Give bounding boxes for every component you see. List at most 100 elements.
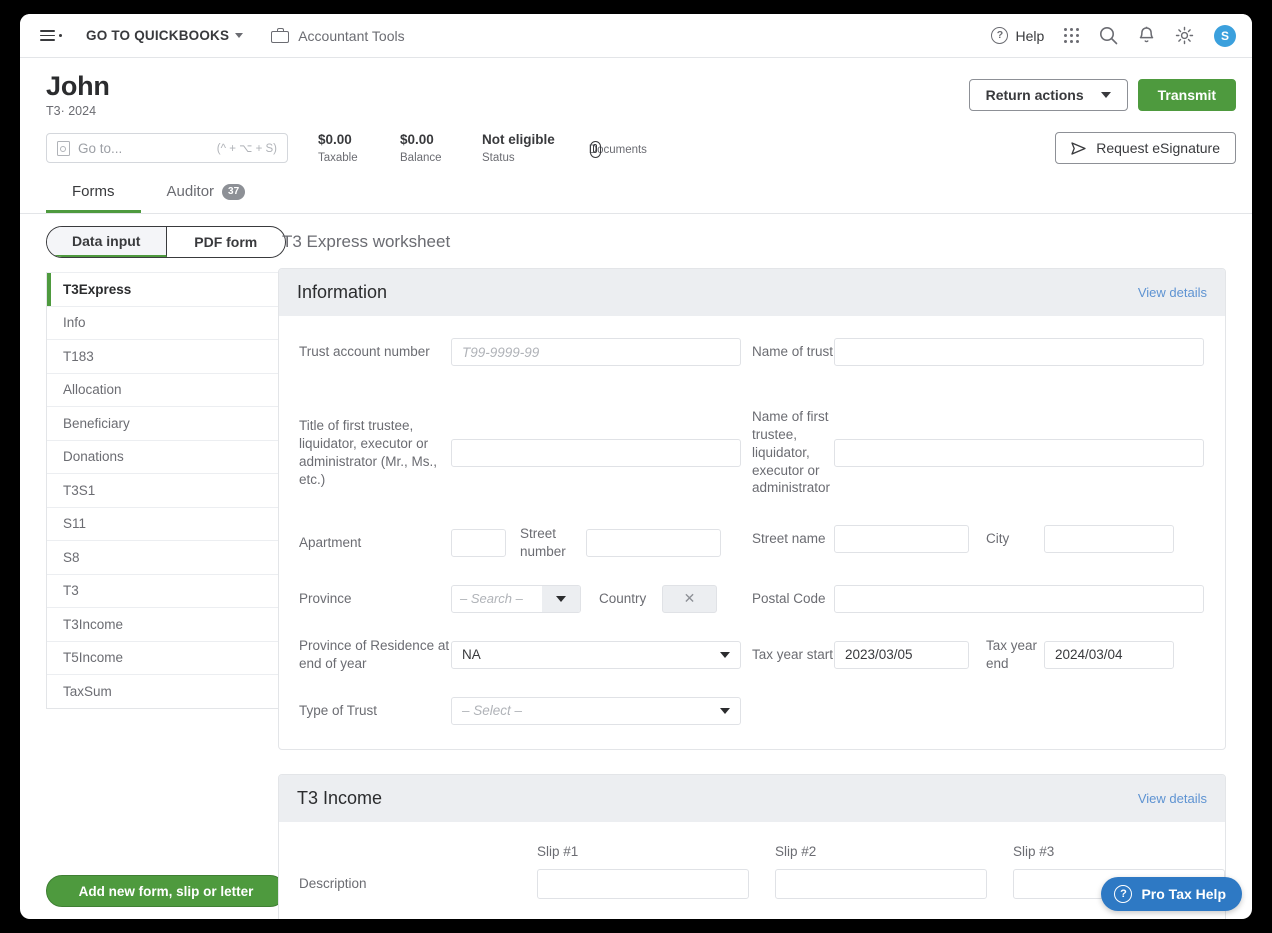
- form-item-label: T3Express: [63, 281, 132, 297]
- help-button[interactable]: ? Help: [991, 27, 1044, 44]
- trust-account-number-label: Trust account number: [299, 344, 430, 360]
- information-heading: Information: [297, 282, 388, 303]
- form-item-t183[interactable]: T183: [47, 339, 285, 373]
- province-dropdown-arrow[interactable]: [542, 585, 580, 612]
- stat-balance-label: Balance: [400, 152, 442, 165]
- top-bar-actions: ? Help S: [991, 24, 1236, 47]
- add-new-form-label: Add new form, slip or letter: [78, 883, 254, 899]
- pro-tax-help-button[interactable]: ? Pro Tax Help: [1101, 877, 1242, 912]
- form-item-label: T3: [63, 583, 79, 599]
- name-first-trustee-input[interactable]: [834, 438, 1204, 467]
- description-slip-2-input[interactable]: [775, 868, 987, 899]
- country-clear-x-icon[interactable]: ✕: [662, 584, 717, 613]
- form-item-label: S11: [63, 516, 87, 532]
- province-country-group: Province – Search – Country ✕: [299, 584, 752, 613]
- province-residence-select[interactable]: NA: [451, 640, 741, 669]
- form-item-donations[interactable]: Donations: [47, 439, 285, 474]
- hamburger-menu-icon[interactable]: [34, 26, 68, 45]
- province-search-select[interactable]: – Search –: [451, 584, 581, 613]
- information-view-details-link[interactable]: View details: [1138, 285, 1207, 300]
- t3-income-heading: T3 Income: [297, 787, 383, 808]
- return-actions-label: Return actions: [985, 87, 1084, 103]
- form-item-label: T5Income: [63, 650, 124, 666]
- tab-auditor[interactable]: Auditor 37: [141, 174, 272, 213]
- apps-grid-icon[interactable]: [1064, 28, 1079, 43]
- information-card-header: Information View details: [279, 269, 1225, 317]
- info-row-6-left: Type of Trust – Select –: [299, 696, 752, 725]
- form-item-beneficiary[interactable]: Beneficiary: [47, 406, 285, 440]
- t3-income-view-details-link[interactable]: View details: [1138, 791, 1207, 806]
- settings-gear-icon[interactable]: [1175, 26, 1194, 45]
- postal-code-input[interactable]: [834, 584, 1204, 613]
- info-row-4-left: Province – Search – Country ✕: [299, 584, 752, 613]
- notifications-bell-icon[interactable]: [1138, 26, 1155, 45]
- info-row-3: Apartment Street number Street name City: [299, 525, 1205, 561]
- name-of-trust-input[interactable]: [834, 338, 1204, 367]
- add-new-form-button[interactable]: Add new form, slip or letter: [46, 875, 286, 908]
- help-label: Help: [1015, 27, 1045, 44]
- name-of-trust-field: Name of trust: [752, 338, 1205, 367]
- documents-button[interactable]: Documents: [589, 140, 647, 158]
- return-header: John T3· 2024 Return actions Transmit: [20, 58, 1252, 130]
- tax-year-group: Tax year start 2023/03/05 Tax year end 2…: [752, 637, 1205, 673]
- form-item-s11[interactable]: S11: [47, 506, 285, 541]
- toggle-pdf-form[interactable]: PDF form: [167, 227, 286, 257]
- hamburger-dot: [59, 34, 62, 37]
- type-of-trust-select[interactable]: – Select –: [451, 696, 741, 725]
- go-to-quickbooks-label: GO TO QUICKBOOKS: [86, 28, 230, 43]
- user-avatar[interactable]: S: [1214, 24, 1236, 47]
- toggle-data-input-label: Data input: [72, 233, 141, 250]
- street-name-input[interactable]: [834, 525, 969, 554]
- info-row-1-left: Trust account number T99-9999-99: [299, 338, 752, 382]
- form-item-info[interactable]: Info: [47, 305, 285, 340]
- tax-year-start-input[interactable]: 2023/03/05: [834, 640, 969, 669]
- toggle-data-input[interactable]: Data input: [47, 227, 167, 258]
- province-residence-field: Province of Residence at end of year NA: [299, 637, 752, 673]
- description-slip-1-input[interactable]: [537, 868, 749, 899]
- tax-year-start-label: Tax year start: [752, 646, 834, 662]
- info-row-4: Province – Search – Country ✕ Postal Cod…: [299, 584, 1205, 613]
- name-of-trust-label: Name of trust: [752, 344, 834, 360]
- tab-forms[interactable]: Forms: [46, 174, 141, 214]
- return-type-year: T3· 2024: [46, 104, 97, 119]
- type-of-trust-field: Type of Trust – Select –: [299, 696, 752, 725]
- request-esignature-button[interactable]: Request eSignature: [1055, 132, 1236, 165]
- form-item-t3income[interactable]: T3Income: [47, 607, 285, 641]
- transmit-button[interactable]: Transmit: [1137, 79, 1236, 111]
- city-label: City: [986, 531, 1010, 547]
- form-list: T3Express Info T183 Allocation Beneficia…: [46, 272, 286, 709]
- name-first-trustee-field: Name of first trustee, liquidator, execu…: [752, 408, 1205, 497]
- apartment-input[interactable]: [451, 529, 506, 558]
- province-label: Province: [299, 591, 352, 607]
- form-item-t5income[interactable]: T5Income: [47, 640, 285, 675]
- form-item-t3s1[interactable]: T3S1: [47, 473, 285, 507]
- form-item-allocation[interactable]: Allocation: [47, 372, 285, 407]
- form-item-s8[interactable]: S8: [47, 540, 285, 574]
- tab-auditor-label: Auditor: [166, 183, 215, 201]
- city-input[interactable]: [1044, 525, 1174, 554]
- info-row-1-right: Name of trust: [752, 338, 1205, 382]
- forms-panel: Data input PDF form T3Express Info T183 …: [20, 214, 286, 919]
- search-icon[interactable]: [1099, 26, 1118, 45]
- form-item-t3express[interactable]: T3Express: [47, 272, 285, 306]
- trust-account-number-input[interactable]: T99-9999-99: [451, 338, 741, 367]
- go-to-quickbooks-link[interactable]: GO TO QUICKBOOKS: [86, 28, 244, 43]
- accountant-tools-link[interactable]: Accountant Tools: [271, 28, 405, 44]
- form-item-label: TaxSum: [63, 683, 112, 699]
- trust-account-number-field: Trust account number T99-9999-99: [299, 338, 752, 367]
- info-row-2-left: Title of first trustee, liquidator, exec…: [299, 417, 752, 488]
- street-number-input[interactable]: [586, 529, 721, 558]
- title-first-trustee-input[interactable]: [451, 438, 741, 467]
- info-row-3-right: Street name City: [752, 525, 1205, 561]
- form-item-t3[interactable]: T3: [47, 573, 285, 608]
- pro-tax-help-label: Pro Tax Help: [1141, 886, 1226, 903]
- slip-3-header: Slip #3: [1013, 843, 1055, 859]
- form-item-taxsum[interactable]: TaxSum: [47, 674, 285, 708]
- slip-1-header: Slip #1: [537, 843, 579, 859]
- return-actions-button[interactable]: Return actions: [968, 79, 1128, 111]
- description-label: Description: [299, 875, 367, 891]
- go-to-input[interactable]: Go to... (^ + ⌥ + S): [46, 133, 288, 164]
- tax-year-end-input[interactable]: 2024/03/04: [1044, 640, 1174, 669]
- title-first-trustee-label: Title of first trustee, liquidator, exec…: [299, 418, 438, 487]
- type-of-trust-label: Type of Trust: [299, 702, 378, 718]
